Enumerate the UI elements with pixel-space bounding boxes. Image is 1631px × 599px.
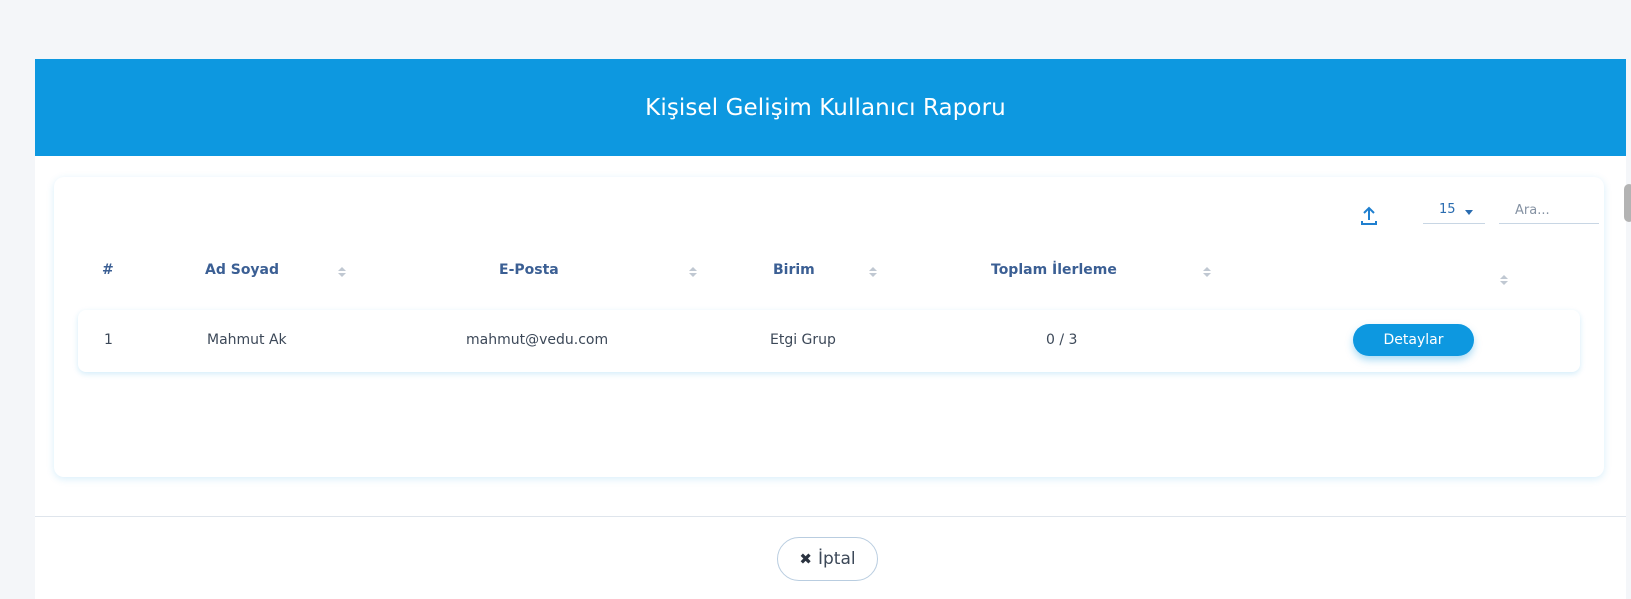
sort-icon[interactable]: [689, 267, 697, 279]
column-header-progress[interactable]: Toplam İlerleme: [991, 262, 1117, 278]
column-header-email[interactable]: E-Posta: [499, 262, 559, 278]
column-header-name[interactable]: Ad Soyad: [205, 262, 279, 278]
modal-header: Kişisel Gelişim Kullanıcı Raporu: [35, 59, 1626, 156]
row-unit: Etgi Grup: [770, 332, 836, 348]
page-size-select[interactable]: 15: [1423, 198, 1485, 224]
row-progress: 0 / 3: [1046, 332, 1078, 348]
row-email: mahmut@vedu.com: [466, 332, 609, 348]
column-header-unit[interactable]: Birim: [773, 262, 815, 278]
report-card: 15 # Ad Soyad E-Posta Birim Toplam İlerl…: [54, 177, 1604, 477]
sort-icon[interactable]: [1500, 275, 1508, 287]
row-name: Mahmut Ak: [207, 332, 287, 348]
scrollbar-thumb[interactable]: [1624, 184, 1631, 222]
sort-icon[interactable]: [338, 267, 346, 279]
page-size-value: 15: [1439, 202, 1456, 217]
search-input[interactable]: [1499, 198, 1599, 224]
sort-icon[interactable]: [869, 267, 877, 279]
x-icon: ✖: [799, 550, 812, 568]
cancel-label: İptal: [817, 549, 856, 569]
details-button[interactable]: Detaylar: [1353, 324, 1474, 356]
footer-divider: [35, 516, 1626, 517]
modal-title: Kişisel Gelişim Kullanıcı Raporu: [645, 94, 1006, 121]
table-row: 1 Mahmut Ak mahmut@vedu.com Etgi Grup 0 …: [78, 310, 1580, 372]
report-modal: Kişisel Gelişim Kullanıcı Raporu 15 # Ad…: [35, 59, 1626, 599]
chevron-down-icon: [1465, 210, 1473, 215]
row-index: 1: [104, 332, 113, 348]
column-header-index[interactable]: #: [102, 262, 114, 278]
sort-icon[interactable]: [1203, 267, 1211, 279]
upload-icon[interactable]: [1359, 205, 1381, 227]
cancel-button[interactable]: ✖ İptal: [777, 537, 878, 581]
